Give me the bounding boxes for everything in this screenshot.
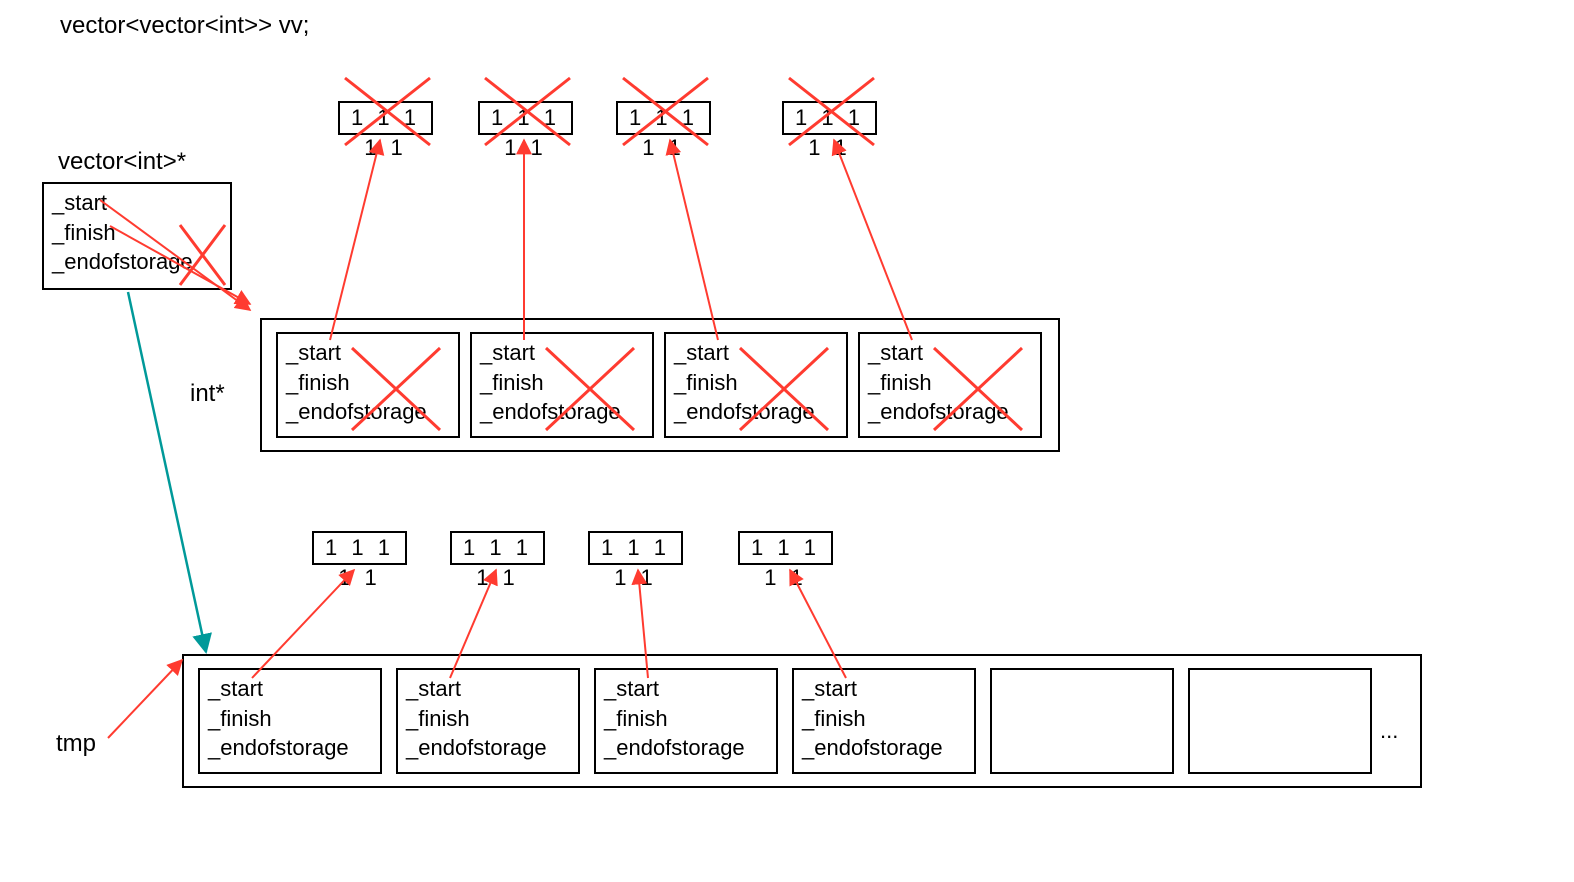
bottom-inner1-finish: _finish (406, 704, 570, 734)
tmp-label: tmp (56, 730, 96, 758)
top-inner2-finish: _finish (674, 368, 838, 398)
bottom-inner0-finish: _finish (208, 704, 372, 734)
top-inner0-finish: _finish (286, 368, 450, 398)
vv-member-endofstorage: _endofstorage (52, 247, 222, 277)
bottom-inner-vector-0: _start _finish _endofstorage (198, 668, 382, 774)
bottom-inner2-start: _start (604, 674, 768, 704)
bottom-inner0-start: _start (208, 674, 372, 704)
top-inner0-endofstorage: _endofstorage (286, 397, 450, 427)
top-inner3-start: _start (868, 338, 1032, 368)
top-data-box-2: 1 1 1 1 1 (616, 101, 711, 135)
bottom-empty-slot-1 (1188, 668, 1372, 774)
diagram-stage: vector<vector<int>> vv; vector<int>* _st… (0, 0, 1574, 882)
top-inner-vector-1: _start _finish _endofstorage (470, 332, 654, 438)
bottom-data-box-3: 1 1 1 1 1 (738, 531, 833, 565)
bottom-inner1-start: _start (406, 674, 570, 704)
top-inner1-endofstorage: _endofstorage (480, 397, 644, 427)
bottom-inner-vector-2: _start _finish _endofstorage (594, 668, 778, 774)
bottom-data-box-0: 1 1 1 1 1 (312, 531, 407, 565)
top-inner-vector-2: _start _finish _endofstorage (664, 332, 848, 438)
type-label-vectorintptr: vector<int>* (58, 148, 186, 176)
bottom-empty-slot-0 (990, 668, 1174, 774)
bottom-inner0-endofstorage: _endofstorage (208, 733, 372, 763)
bottom-inner2-endofstorage: _endofstorage (604, 733, 768, 763)
bottom-inner1-endofstorage: _endofstorage (406, 733, 570, 763)
top-data-box-0: 1 1 1 1 1 (338, 101, 433, 135)
vv-struct-box: _start _finish _endofstorage (42, 182, 232, 290)
diagram-title: vector<vector<int>> vv; (60, 12, 309, 40)
bottom-inner3-start: _start (802, 674, 966, 704)
bottom-inner-vector-1: _start _finish _endofstorage (396, 668, 580, 774)
bottom-inner3-finish: _finish (802, 704, 966, 734)
top-inner2-endofstorage: _endofstorage (674, 397, 838, 427)
top-data-box-3: 1 1 1 1 1 (782, 101, 877, 135)
vv-member-start: _start (52, 188, 222, 218)
ellipsis-label: ... (1380, 718, 1398, 744)
top-inner3-endofstorage: _endofstorage (868, 397, 1032, 427)
bottom-data-box-1: 1 1 1 1 1 (450, 531, 545, 565)
top-inner-vector-3: _start _finish _endofstorage (858, 332, 1042, 438)
bottom-inner2-finish: _finish (604, 704, 768, 734)
type-label-intptr: int* (190, 380, 225, 408)
vv-member-finish: _finish (52, 218, 222, 248)
bottom-inner-vector-3: _start _finish _endofstorage (792, 668, 976, 774)
bottom-inner3-endofstorage: _endofstorage (802, 733, 966, 763)
top-inner-vector-0: _start _finish _endofstorage (276, 332, 460, 438)
bottom-data-box-2: 1 1 1 1 1 (588, 531, 683, 565)
top-inner1-finish: _finish (480, 368, 644, 398)
top-inner3-finish: _finish (868, 368, 1032, 398)
top-inner0-start: _start (286, 338, 450, 368)
top-inner2-start: _start (674, 338, 838, 368)
top-inner1-start: _start (480, 338, 644, 368)
top-data-box-1: 1 1 1 1 1 (478, 101, 573, 135)
